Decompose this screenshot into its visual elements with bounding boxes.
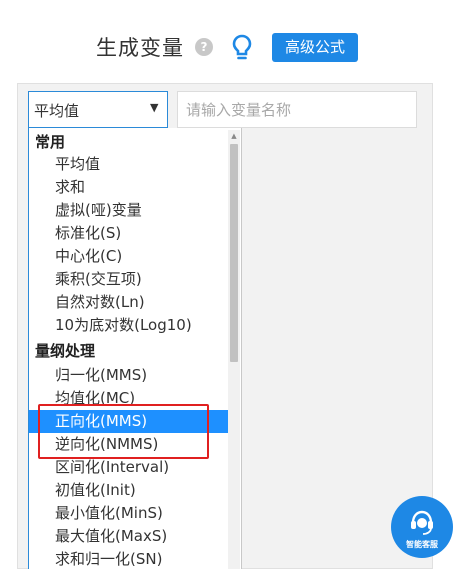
option-product[interactable]: 乘积(交互项) <box>29 268 231 291</box>
scroll-up-icon[interactable]: ▲ <box>228 130 240 142</box>
group-label-dimension: 量纲处理 <box>35 342 96 360</box>
option-dummy-variable[interactable]: 虚拟(哑)变量 <box>29 199 231 222</box>
function-dropdown-list: 常用 平均值 求和 虚拟(哑)变量 标准化(S) 中心化(C) 乘积(交互项) … <box>28 128 242 569</box>
annotation-highlight-box <box>38 404 209 459</box>
headset-icon <box>411 510 433 535</box>
chat-label: 智能客服 <box>406 540 438 549</box>
option-min[interactable]: 最小值化(MinS) <box>29 502 231 525</box>
scrollbar-thumb[interactable] <box>230 144 238 362</box>
lightbulb-icon[interactable] <box>231 33 253 63</box>
chevron-down-icon: ▼ <box>150 101 159 114</box>
option-standardize[interactable]: 标准化(S) <box>29 222 231 245</box>
option-max[interactable]: 最大值化(MaxS) <box>29 525 231 548</box>
advanced-formula-button[interactable]: 高级公式 <box>272 33 358 62</box>
function-select[interactable]: 平均值 ▼ <box>28 91 168 128</box>
variable-name-input[interactable] <box>177 91 417 128</box>
option-log10[interactable]: 10为底对数(Log10) <box>29 314 231 337</box>
option-interval[interactable]: 区间化(Interval) <box>29 456 231 479</box>
option-sum[interactable]: 求和 <box>29 176 231 199</box>
option-natural-log[interactable]: 自然对数(Ln) <box>29 291 231 314</box>
option-average[interactable]: 平均值 <box>29 153 231 176</box>
group-label-common: 常用 <box>35 133 66 151</box>
option-normalize-mms[interactable]: 归一化(MMS) <box>29 364 231 387</box>
page-title: 生成变量 <box>96 36 184 60</box>
support-chat-button[interactable]: 智能客服 <box>391 496 453 562</box>
help-icon[interactable]: ? <box>195 38 213 56</box>
option-centering[interactable]: 中心化(C) <box>29 245 231 268</box>
header: 生成变量 ? 高级公式 <box>0 22 453 72</box>
option-sum-normalize[interactable]: 求和归一化(SN) <box>29 548 231 569</box>
option-init[interactable]: 初值化(Init) <box>29 479 231 502</box>
select-value: 平均值 <box>34 102 80 120</box>
